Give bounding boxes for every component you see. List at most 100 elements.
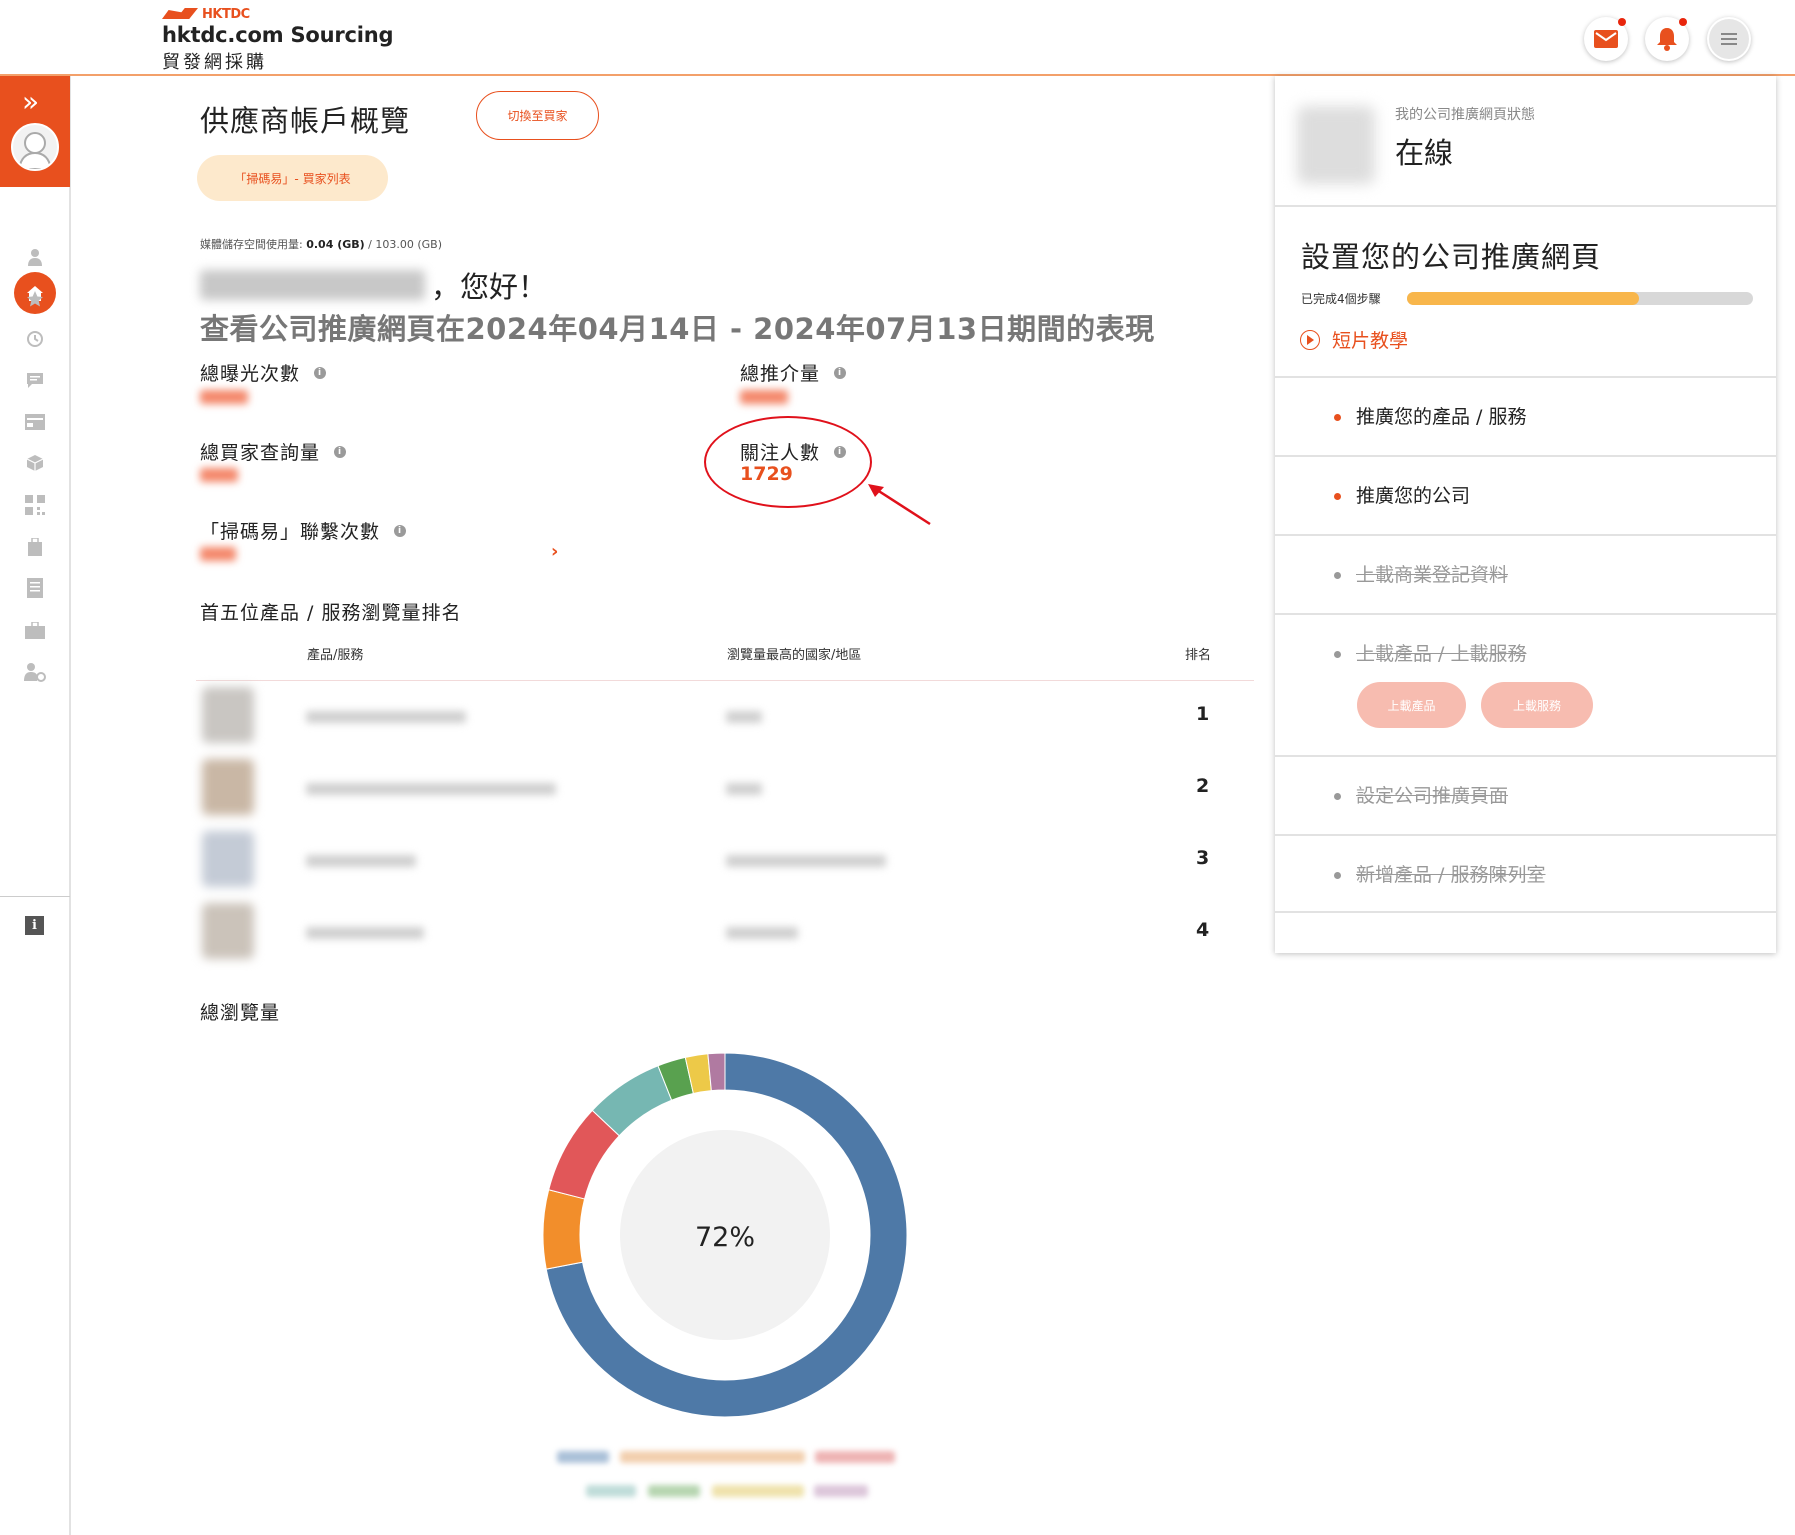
storage-label: 媒體儲存空間使用量: [200,238,303,251]
setup-item-label: 設定公司推廣頁面 [1356,785,1509,807]
sidebar-item-history[interactable] [22,326,48,352]
donut-slice-7[interactable] [707,1052,726,1092]
table-row[interactable]: 3 [196,825,1254,897]
chevron-right-icon[interactable]: › [551,541,558,562]
sidebar-item-reports[interactable] [22,575,48,601]
logo-title: hktdc.com Sourcing [162,23,394,47]
setup-item-company-page[interactable]: 設定公司推廣頁面 [1275,755,1776,834]
hktdc-logo-mark [162,8,198,20]
storage-usage: 媒體儲存空間使用量: 0.04 (GB) / 103.00 (GB) [200,236,442,252]
qr-icon [25,495,45,515]
bell-icon [1657,28,1677,51]
region-redacted [726,783,762,795]
setup-title: 設置您的公司推廣網頁 [1301,240,1602,274]
info-icon[interactable]: i [394,524,407,537]
star-icon [27,291,43,307]
metric-referrals: 總推介量 i [740,359,847,386]
product-thumbnail [202,831,254,887]
legend-item[interactable] [648,1485,700,1497]
table-row[interactable]: 1 [196,681,1254,753]
bullet-icon [1334,414,1341,421]
legend-item[interactable] [586,1485,636,1497]
storage-used: 0.04 (GB) [306,238,365,251]
sidebar-divider [0,896,70,897]
scan-buyer-list-button[interactable]: 「掃碼易」- 買家列表 [197,155,388,201]
metric-exposure: 總曝光次數 i [200,359,327,386]
top-header: HKTDC hktdc.com Sourcing 貿發網採購 [0,0,1795,76]
switch-to-buyer-button[interactable]: 切換至買家 [476,91,599,140]
legend-item[interactable] [712,1485,804,1497]
metric-inquiries-label: 總買家查詢量 [200,442,321,464]
box-icon [26,455,44,471]
logo-brand: HKTDC [202,6,250,22]
hktdc-logo[interactable]: HKTDC hktdc.com Sourcing 貿發網採購 [162,6,394,74]
legend-item[interactable] [620,1451,805,1463]
metric-inquiries: 總買家查詢量 i [200,438,347,465]
sidebar-header: » [0,76,70,187]
list-icon [27,578,43,598]
greeting: ，您好！ [200,264,547,306]
legend-item[interactable] [557,1451,609,1463]
setup-item-business-registration[interactable]: 上載商業登記資料 [1275,534,1776,613]
bag-icon [28,538,42,556]
sidebar-item-qr[interactable] [22,492,48,518]
col-rank-header: 排名 [1185,648,1212,663]
avatar[interactable] [11,123,59,171]
info-icon[interactable]: i [334,445,347,458]
setup-item-promote-products[interactable]: 推廣您的產品 / 服務 [1275,376,1776,455]
setup-item-label: 推廣您的產品 / 服務 [1356,406,1527,428]
metric-inquiries-value-redacted [200,468,238,482]
metric-scan-contacts: 「掃碼易」聯繫次數 i [200,517,407,544]
setup-item-promote-company[interactable]: 推廣您的公司 [1275,455,1776,534]
table-row[interactable]: 4 [196,897,1254,969]
region-redacted [726,927,798,939]
setup-item-showroom[interactable]: 新增產品 / 服務陳列室 [1275,834,1776,913]
info-icon[interactable]: i [834,366,847,379]
legend-item[interactable] [814,1485,868,1497]
sidebar-item-products[interactable] [22,450,48,476]
info-icon[interactable]: i [25,916,44,935]
video-tutorial-label: 短片教學 [1332,330,1409,352]
col-product-header: 產品/服務 [307,648,364,663]
donut-center-label: 72% [695,1222,755,1253]
upload-product-button[interactable]: 上載產品 [1357,682,1466,728]
legend-item[interactable] [815,1451,895,1463]
sidebar-item-profile[interactable] [22,244,48,270]
sidebar-item-company-page[interactable] [22,409,48,435]
avatar-icon [17,132,53,169]
video-tutorial-link[interactable]: 短片教學 [1300,326,1408,353]
setup-progress-fill [1407,292,1639,305]
donut-slice-2[interactable] [542,1189,586,1270]
table-row[interactable]: 2 [196,753,1254,825]
greeting-text: ，您好！ [431,270,548,304]
sidebar-item-favourites[interactable] [22,286,48,312]
views-donut-chart: 72% [542,1052,908,1418]
menu-icon [1721,33,1737,45]
product-name-redacted [306,711,466,723]
menu-button[interactable] [1707,17,1751,61]
metric-scan-contacts-label: 「掃碼易」聯繫次數 [200,521,381,543]
rank-number: 1 [1196,703,1210,725]
col-region-header: 瀏覽量最高的國家/地區 [727,648,862,663]
setup-item-label: 新增產品 / 服務陳列室 [1356,864,1546,886]
product-thumbnail [202,903,254,959]
rank-number: 2 [1196,775,1210,797]
mail-button[interactable] [1584,17,1628,61]
sidebar-item-business[interactable] [22,617,48,643]
info-icon[interactable]: i [314,366,327,379]
bullet-icon [1334,872,1341,879]
sidebar-item-messages[interactable] [22,368,48,394]
sidebar-item-account-settings[interactable] [22,659,48,685]
expand-sidebar-icon[interactable]: » [22,88,39,116]
upload-service-button[interactable]: 上載服務 [1481,682,1593,728]
product-name-redacted [306,783,556,795]
metric-scan-contacts-value-redacted [200,547,236,561]
company-page-setup-panel: 我的公司推廣網頁狀態 在線 設置您的公司推廣網頁 已完成4個步驟 短片教學 推廣… [1275,76,1776,953]
rank-number: 4 [1196,919,1210,941]
notifications-button[interactable] [1645,17,1689,61]
steps-done-label: 已完成4個步驟 [1301,292,1381,306]
message-icon [27,373,43,388]
sidebar-item-orders[interactable] [22,534,48,560]
product-thumbnail [202,687,254,743]
annotation-arrow-icon [868,484,931,526]
